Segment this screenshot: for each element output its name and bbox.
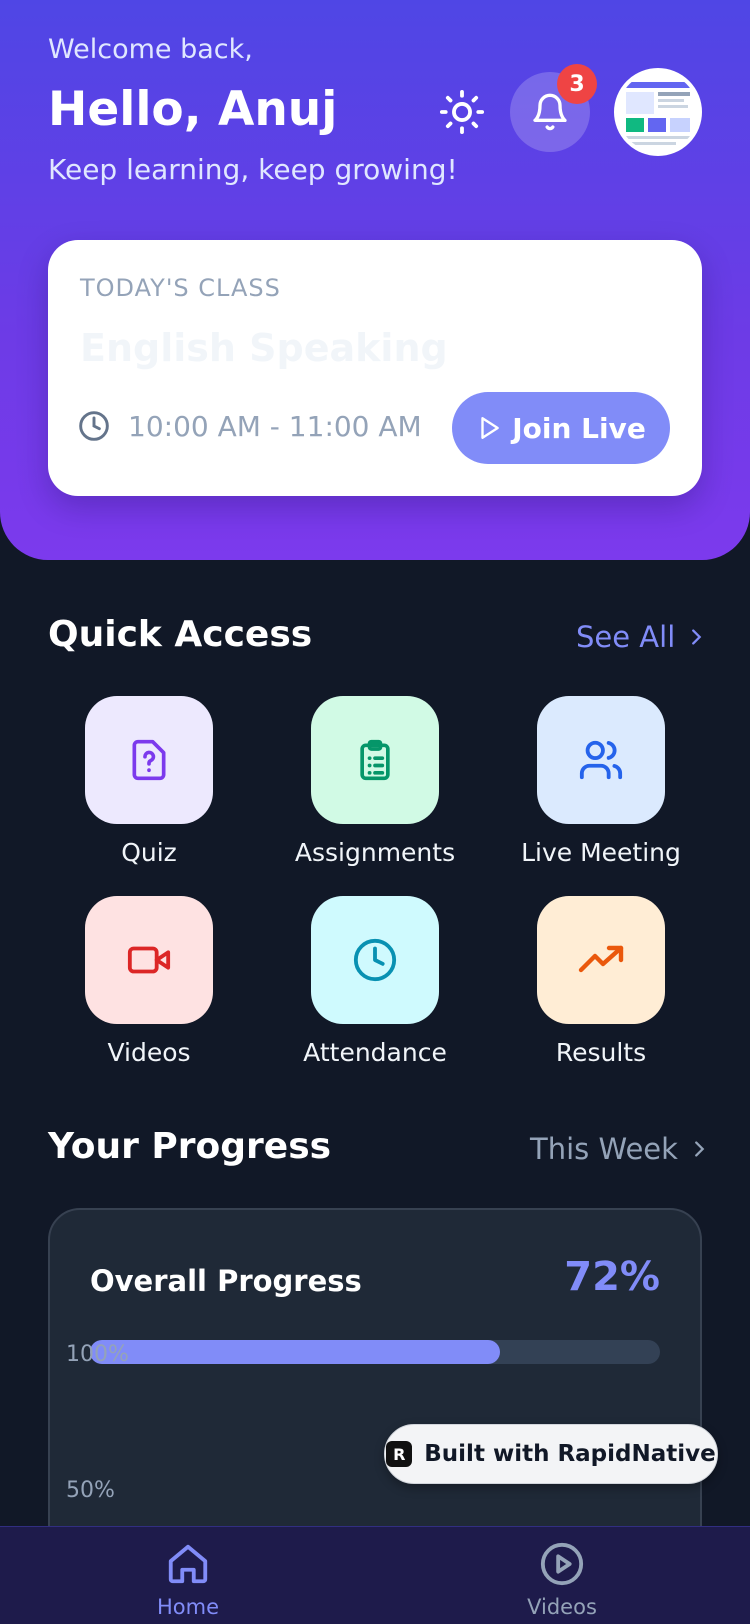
class-time: 10:00 AM - 11:00 AM bbox=[128, 410, 422, 443]
greeting-title: Hello, Anuj bbox=[48, 82, 338, 137]
sun-icon bbox=[439, 89, 485, 135]
overall-progress-title: Overall Progress bbox=[90, 1264, 362, 1298]
nav-home[interactable]: Home bbox=[118, 1541, 258, 1619]
video-icon bbox=[127, 946, 171, 974]
clock-icon bbox=[353, 938, 397, 982]
progress-track bbox=[90, 1340, 660, 1364]
quiz-tile[interactable] bbox=[85, 696, 213, 824]
videos-label: Videos bbox=[107, 1038, 191, 1067]
avatar-image-icon bbox=[618, 72, 698, 152]
quick-access-attendance[interactable]: Attendance bbox=[262, 896, 488, 1067]
quick-access-title: Quick Access bbox=[48, 614, 313, 655]
join-live-label: Join Live bbox=[512, 411, 646, 445]
progress-fill bbox=[90, 1340, 501, 1364]
see-all-label: See All bbox=[576, 620, 676, 654]
home-screen: Welcome back, Hello, Anuj Keep learning,… bbox=[0, 0, 750, 1624]
live-meeting-tile[interactable] bbox=[537, 696, 665, 824]
quiz-icon bbox=[132, 739, 166, 781]
live-meeting-label: Live Meeting bbox=[521, 838, 681, 867]
attendance-tile[interactable] bbox=[311, 896, 439, 1024]
see-all-link[interactable]: See All bbox=[576, 620, 707, 654]
quick-access-assignments[interactable]: Assignments bbox=[262, 696, 488, 867]
chevron-right-icon bbox=[695, 1141, 705, 1157]
play-icon bbox=[481, 417, 500, 439]
class-label: TODAY'S CLASS bbox=[80, 274, 281, 302]
trending-up-icon bbox=[578, 945, 624, 973]
rapidnative-logo-icon: R bbox=[386, 1441, 413, 1467]
quick-access-live-meeting[interactable]: Live Meeting bbox=[488, 696, 714, 867]
notification-badge: 3 bbox=[557, 64, 597, 104]
videos-tile[interactable] bbox=[85, 896, 213, 1024]
quick-access-results[interactable]: Results bbox=[488, 896, 714, 1067]
avatar[interactable] bbox=[614, 68, 702, 156]
join-live-button[interactable]: Join Live bbox=[452, 392, 670, 464]
bottom-nav: Home Videos bbox=[0, 1526, 750, 1624]
welcome-text: Welcome back, bbox=[48, 34, 253, 65]
axis-label-50: 50% bbox=[66, 1478, 115, 1503]
todays-class-card[interactable]: TODAY'S CLASS English Speaking 10:00 AM … bbox=[48, 240, 702, 496]
assignments-tile[interactable] bbox=[311, 696, 439, 824]
play-circle-icon bbox=[540, 1542, 584, 1586]
header: Welcome back, Hello, Anuj Keep learning,… bbox=[0, 0, 750, 560]
users-icon bbox=[579, 740, 623, 780]
quick-access-videos[interactable]: Videos bbox=[36, 896, 262, 1067]
clipboard-icon bbox=[360, 739, 390, 781]
nav-home-label: Home bbox=[156, 1595, 219, 1619]
axis-label-100: 100% bbox=[66, 1342, 129, 1367]
progress-title: Your Progress bbox=[48, 1126, 332, 1167]
built-with-badge[interactable]: R Built with RapidNative bbox=[384, 1424, 718, 1484]
nav-videos-label: Videos bbox=[527, 1595, 597, 1619]
results-label: Results bbox=[555, 1038, 647, 1067]
tagline: Keep learning, keep growing! bbox=[48, 153, 458, 186]
nav-videos[interactable]: Videos bbox=[492, 1541, 632, 1619]
attendance-label: Attendance bbox=[303, 1038, 447, 1067]
period-label: This Week bbox=[530, 1132, 678, 1166]
quick-access-quiz[interactable]: Quiz bbox=[36, 696, 262, 867]
assignments-label: Assignments bbox=[294, 838, 456, 867]
class-title: English Speaking bbox=[80, 326, 448, 370]
results-tile[interactable] bbox=[537, 896, 665, 1024]
built-with-label: Built with RapidNative bbox=[424, 1441, 716, 1467]
clock-icon bbox=[79, 411, 109, 441]
period-selector[interactable]: This Week bbox=[530, 1132, 710, 1166]
theme-toggle-button[interactable] bbox=[436, 86, 488, 138]
quiz-label: Quiz bbox=[121, 838, 177, 867]
overall-progress-percent: 72% bbox=[564, 1254, 660, 1300]
home-icon bbox=[168, 1544, 208, 1584]
chevron-right-icon bbox=[692, 629, 702, 645]
